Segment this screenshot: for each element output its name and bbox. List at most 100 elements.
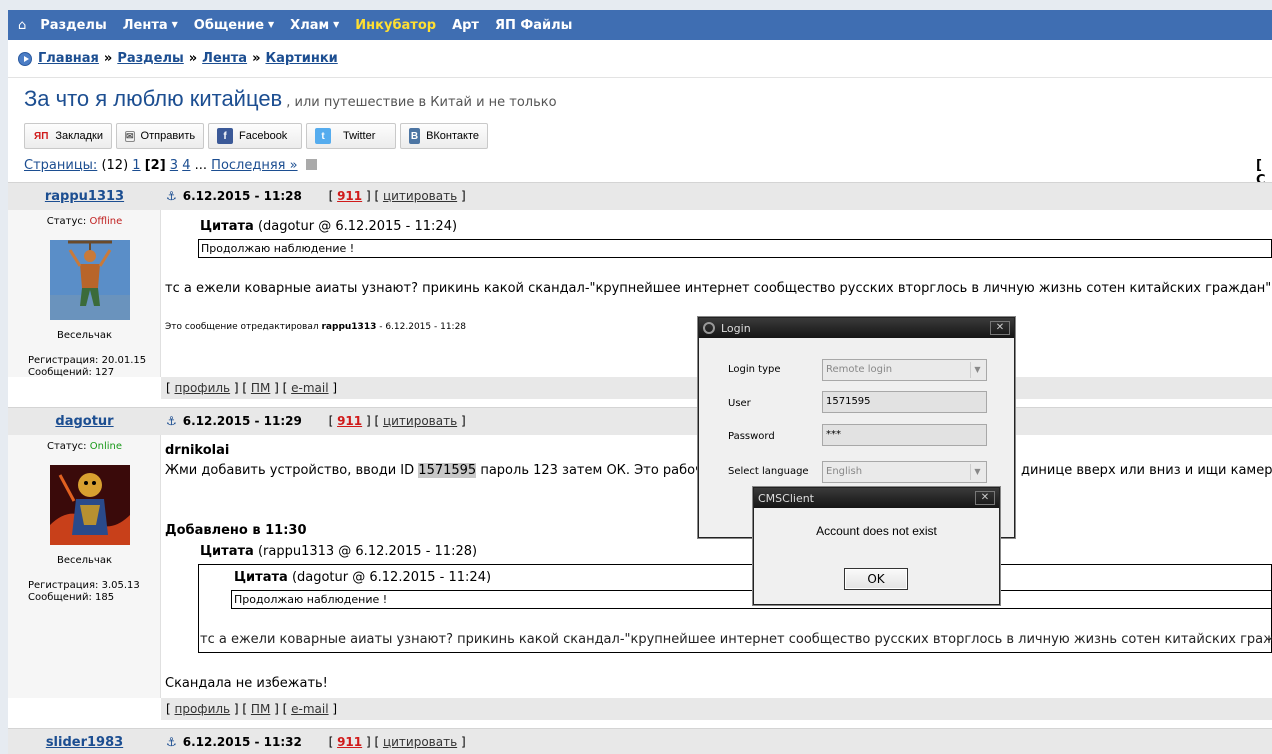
breadcrumb-pictures[interactable]: Картинки bbox=[265, 51, 337, 66]
anchor-icon[interactable]: ⚓ bbox=[166, 414, 177, 428]
breadcrumb-arrow-icon bbox=[18, 51, 32, 66]
email-link[interactable]: e-mail bbox=[291, 381, 328, 395]
caret-down-icon: ▼ bbox=[333, 19, 340, 29]
language-select[interactable]: English ▼ bbox=[822, 461, 987, 483]
nav-junk[interactable]: Хлам ▼ bbox=[290, 18, 339, 33]
post-date: 6.12.2015 - 11:28 bbox=[182, 189, 302, 203]
inner-quote-box: Продолжаю наблюдение ! bbox=[231, 590, 1272, 609]
registration-date: Регистрация: 3.05.13 bbox=[28, 580, 140, 591]
user-label: User bbox=[728, 398, 751, 409]
facebook-button[interactable]: f Facebook bbox=[208, 123, 302, 149]
post-tail: Скандала не избежать! bbox=[165, 676, 328, 691]
breadcrumb-sections[interactable]: Разделы bbox=[117, 51, 183, 66]
breadcrumb: Главная » Разделы » Лента » Картинки bbox=[8, 40, 1272, 78]
status-label: Статус: bbox=[46, 216, 87, 227]
twitter-label: Twitter bbox=[343, 130, 376, 142]
nav-feed[interactable]: Лента ▼ bbox=[123, 18, 178, 33]
topic-title-row: За что я люблю китайцев, или путешествие… bbox=[24, 86, 557, 112]
page-link-1[interactable]: 1 bbox=[132, 158, 140, 173]
avatar bbox=[50, 240, 130, 320]
nav-files[interactable]: ЯП Файлы bbox=[495, 18, 572, 33]
bookmarks-button[interactable]: ЯП Закладки bbox=[24, 123, 112, 149]
login-type-select[interactable]: Remote login ▼ bbox=[822, 359, 987, 381]
inner-quote-text: Продолжаю наблюдение ! bbox=[234, 593, 388, 606]
pm-link[interactable]: ПМ bbox=[251, 702, 270, 716]
post-text: Жми добавить устройство, вводи ID 157159… bbox=[165, 463, 703, 478]
vk-button[interactable]: В ВКонтакте bbox=[400, 123, 488, 149]
facebook-icon: f bbox=[217, 128, 233, 144]
nav-chat[interactable]: Общение ▼ bbox=[194, 18, 274, 33]
quote-button[interactable]: цитировать bbox=[383, 414, 457, 428]
login-titlebar: Login ✕ bbox=[699, 318, 1014, 338]
inner-quote-header: Цитата (dagotur @ 6.12.2015 - 11:24) bbox=[234, 570, 491, 585]
nav-art-label: Арт bbox=[452, 17, 479, 33]
post-number[interactable]: 911 bbox=[337, 189, 362, 203]
nav-art[interactable]: Арт bbox=[452, 18, 479, 33]
message-count: Сообщений: 185 bbox=[28, 592, 115, 603]
post-meta: ⚓ 6.12.2015 - 11:32 [ 911 ] [ цитировать … bbox=[166, 735, 466, 749]
chevron-down-icon: ▼ bbox=[970, 362, 984, 378]
post-addressee: drnikolai bbox=[165, 443, 230, 458]
author-status: Статус: Offline bbox=[8, 216, 161, 227]
quote-title: Цитата bbox=[200, 219, 254, 234]
quote-button[interactable]: цитировать bbox=[383, 735, 457, 749]
quote-button[interactable]: цитировать bbox=[383, 189, 457, 203]
post-text-part: Жми добавить устройство, вводи ID bbox=[165, 463, 419, 478]
close-icon[interactable]: ✕ bbox=[990, 321, 1010, 335]
page-link-4[interactable]: 4 bbox=[182, 158, 190, 173]
post-number[interactable]: 911 bbox=[337, 414, 362, 428]
page-link-3[interactable]: 3 bbox=[170, 158, 178, 173]
user-field[interactable]: 1571595 bbox=[822, 391, 987, 413]
message-count: Сообщений: 127 bbox=[28, 367, 115, 378]
email-link[interactable]: e-mail bbox=[291, 702, 328, 716]
quote-header: Цитата (dagotur @ 6.12.2015 - 11:24) bbox=[200, 219, 457, 234]
nav-sections[interactable]: Разделы bbox=[40, 18, 106, 33]
jump-icon[interactable] bbox=[305, 159, 317, 170]
post-text-tail: диницe вверх или вниз и ищи камеры. bbox=[1021, 463, 1272, 478]
author-status: Статус: Online bbox=[8, 441, 161, 452]
post-header: slider1983 ⚓ 6.12.2015 - 11:32 [ 911 ] [ … bbox=[8, 728, 1272, 754]
ok-button[interactable]: OK bbox=[844, 568, 908, 590]
alert-titlebar: CMSClient ✕ bbox=[754, 488, 999, 508]
home-icon[interactable]: ⌂ bbox=[18, 18, 26, 33]
forum-page: ⌂ Разделы Лента ▼ Общение ▼ Хлам ▼ Инкубато… bbox=[8, 10, 1272, 754]
post-author[interactable]: dagotur bbox=[8, 414, 161, 429]
nav-incubator[interactable]: Инкубатор bbox=[355, 18, 436, 33]
caret-down-icon: ▼ bbox=[171, 19, 178, 29]
pm-link[interactable]: ПМ bbox=[251, 381, 270, 395]
nav-feed-label: Лента bbox=[122, 17, 168, 33]
vk-label: ВКонтакте bbox=[426, 130, 479, 142]
added-note: Добавлено в 11:30 bbox=[165, 523, 307, 538]
close-icon[interactable]: ✕ bbox=[975, 491, 995, 505]
language-value: English bbox=[826, 466, 863, 477]
nav-junk-label: Хлам bbox=[290, 17, 330, 33]
post-author[interactable]: rappu1313 bbox=[8, 189, 161, 204]
pages-label[interactable]: Страницы: bbox=[24, 158, 97, 173]
share-bar: ЯП Закладки ✉ Отправить f Facebook t Twi… bbox=[24, 123, 492, 149]
post-date: 6.12.2015 - 11:32 bbox=[182, 735, 302, 749]
profile-link[interactable]: профиль bbox=[175, 381, 231, 395]
anchor-icon[interactable]: ⚓ bbox=[166, 189, 177, 203]
edited-date: - 6.12.2015 - 11:28 bbox=[379, 322, 467, 332]
page-link-last[interactable]: Последняя » bbox=[211, 158, 297, 173]
status-value: Online bbox=[89, 441, 122, 452]
caret-down-icon: ▼ bbox=[268, 19, 275, 29]
post-footer: [ профиль ] [ ПМ ] [ e-mail ] bbox=[161, 698, 1272, 720]
send-button[interactable]: ✉ Отправить bbox=[116, 123, 204, 149]
quote-source: (dagotur @ 6.12.2015 - 11:24) bbox=[257, 219, 458, 234]
breadcrumb-separator: » bbox=[103, 51, 113, 66]
post-number[interactable]: 911 bbox=[337, 735, 362, 749]
edited-note: Это сообщение отредактировал rappu1313 -… bbox=[165, 322, 466, 332]
pagination: Страницы: (12) 1 [2] 3 4 ... Последняя » bbox=[24, 158, 317, 173]
twitter-button[interactable]: t Twitter bbox=[306, 123, 396, 149]
anchor-icon[interactable]: ⚓ bbox=[166, 735, 177, 749]
topic-title: За что я люблю китайцев bbox=[24, 86, 283, 111]
post-author[interactable]: slider1983 bbox=[8, 735, 161, 750]
chevron-down-icon: ▼ bbox=[970, 464, 984, 480]
post-date: 6.12.2015 - 11:29 bbox=[182, 414, 302, 428]
password-field[interactable]: *** bbox=[822, 424, 987, 446]
breadcrumb-home[interactable]: Главная bbox=[38, 51, 99, 66]
breadcrumb-feed[interactable]: Лента bbox=[202, 51, 247, 66]
profile-link[interactable]: профиль bbox=[175, 702, 231, 716]
avatar bbox=[50, 465, 130, 545]
